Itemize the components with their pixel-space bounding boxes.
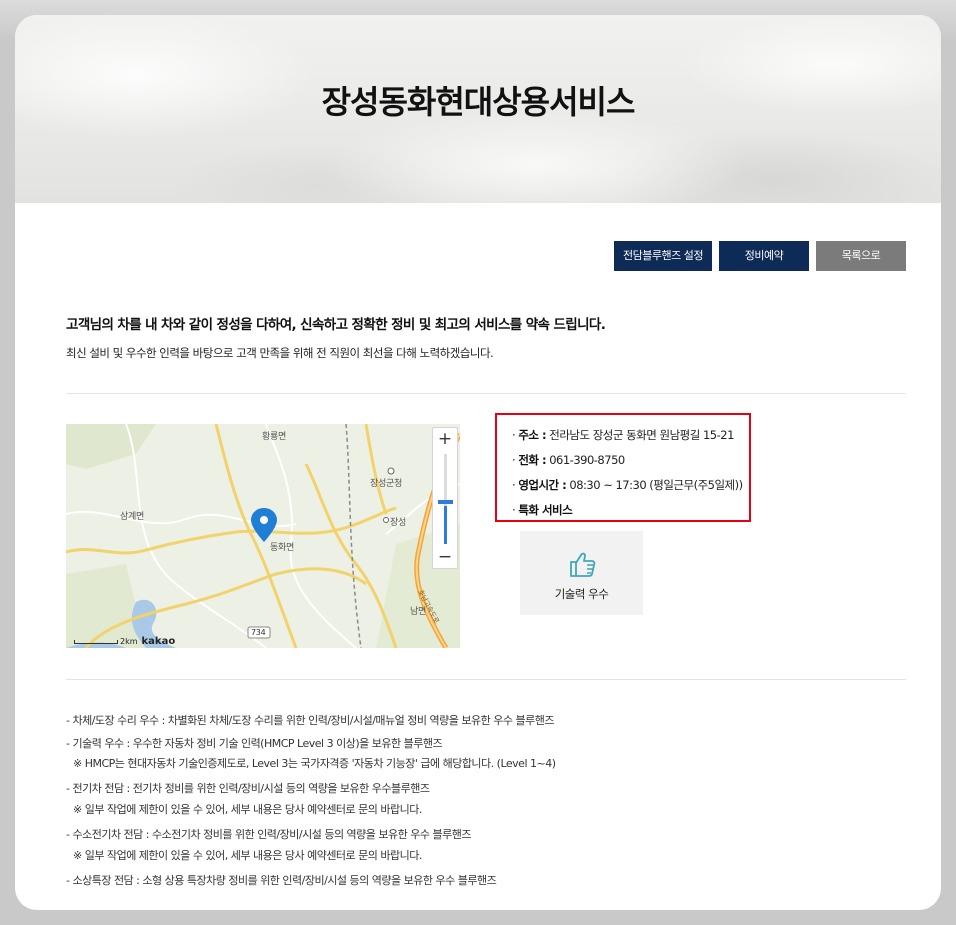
zoom-in-button[interactable]: + xyxy=(433,428,457,450)
special-service-row: · 특화 서비스 xyxy=(512,503,573,517)
scale-label: 2km xyxy=(120,637,138,646)
zoom-slider-handle[interactable] xyxy=(438,500,453,504)
phone-row: · 전화 : 061-390-8750 xyxy=(512,453,625,467)
note-ev: - 전기차 전담 : 전기차 정비를 위한 인력/장비/시설 등의 역량을 보유… xyxy=(66,782,430,795)
address-row: · 주소 : 전라남도 장성군 동화면 원남평길 15-21 xyxy=(512,428,734,442)
map-zoom-control: + − xyxy=(432,427,458,569)
map-label-donghwa: 동화면 xyxy=(270,543,294,553)
kakao-logo: kakao xyxy=(141,636,176,647)
note-special-vehicle: - 소상특장 전담 : 소형 상용 특장차량 정비를 위한 인력/장비/시설 등… xyxy=(66,874,497,887)
reservation-button[interactable]: 정비예약 xyxy=(719,241,809,271)
note-technology: - 기술력 우수 : 우수한 자동차 정비 기술 인력(HMCP Level 3… xyxy=(66,737,443,750)
intro-headline: 고객님의 차를 내 차와 같이 정성을 다하여, 신속하고 정확한 정비 및 최… xyxy=(66,317,606,333)
note-ev-caution: ※ 일부 작업에 제한이 있을 수 있어, 세부 내용은 당사 예약센터로 문의… xyxy=(73,803,422,816)
hours-label: 영업시간 : xyxy=(518,478,567,492)
address-value: 전라남도 장성군 동화면 원남평길 15-21 xyxy=(549,428,734,442)
zoom-slider-fill xyxy=(444,506,447,544)
hours-value: 08:30 ~ 17:30 (평일근무(주5일제)) xyxy=(569,478,743,492)
bluehands-setting-button[interactable]: 전담블루핸즈 설정 xyxy=(614,241,712,271)
scale-bar xyxy=(74,639,118,644)
note-body-paint: - 차체/도장 수리 우수 : 차별화된 차체/도장 수리를 위한 인력/장비/… xyxy=(66,714,554,727)
badge-label: 기술력 우수 xyxy=(554,587,609,601)
divider xyxy=(66,393,906,394)
intro-text: 최신 설비 및 우수한 인력을 바탕으로 고객 만족을 위해 전 직원이 최선을… xyxy=(66,346,494,360)
map-scale: 2km kakao xyxy=(74,636,175,647)
special-service-badge: 기술력 우수 xyxy=(520,531,643,615)
map-label-hwangryong: 황룡면 xyxy=(262,432,286,442)
zoom-out-button[interactable]: − xyxy=(433,546,457,568)
service-center-modal: 장성동화현대상용서비스 전담블루핸즈 설정 정비예약 목록으로 고객님의 차를 … xyxy=(15,15,941,910)
location-map[interactable]: 황룡면 장성군청 삼계면 동화면 장성 남면 734 호남고속도로 + − 2k… xyxy=(66,424,460,648)
map-route-number: 734 xyxy=(251,628,266,637)
hero-banner: 장성동화현대상용서비스 xyxy=(15,15,941,203)
map-canvas xyxy=(66,424,460,648)
map-label-jangseong-office: 장성군청 xyxy=(370,479,402,489)
map-label-jangseong: 장성 xyxy=(390,518,406,528)
phone-label: 전화 : xyxy=(518,453,547,467)
note-hmcp: ※ HMCP는 현대자동차 기술인증제도로, Level 3는 국가자격증 '자… xyxy=(73,757,556,770)
center-info-box: · 주소 : 전라남도 장성군 동화면 원남평길 15-21 · 전화 : 06… xyxy=(495,413,751,522)
back-to-list-button[interactable]: 목록으로 xyxy=(816,241,906,271)
hours-row: · 영업시간 : 08:30 ~ 17:30 (평일근무(주5일제)) xyxy=(512,478,743,492)
divider xyxy=(66,679,906,680)
phone-value[interactable]: 061-390-8750 xyxy=(549,453,625,467)
thumbs-up-icon xyxy=(570,552,596,577)
page-title: 장성동화현대상용서비스 xyxy=(321,83,636,121)
map-label-samgye: 삼계면 xyxy=(120,512,144,522)
note-hydrogen-caution: ※ 일부 작업에 제한이 있을 수 있어, 세부 내용은 당사 예약센터로 문의… xyxy=(73,849,422,862)
address-label: 주소 : xyxy=(518,428,547,442)
note-hydrogen: - 수소전기차 전담 : 수소전기차 정비를 위한 인력/장비/시설 등의 역량… xyxy=(66,828,471,841)
special-service-label: 특화 서비스 xyxy=(518,503,573,517)
